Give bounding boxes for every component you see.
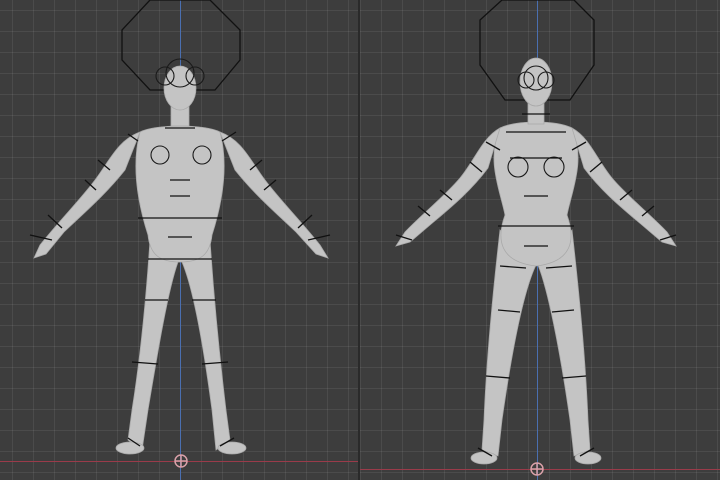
male-mesh-svg[interactable] — [0, 0, 358, 480]
viewport-left[interactable] — [0, 0, 358, 480]
female-mesh-svg[interactable] — [360, 0, 720, 480]
origin-marker-icon[interactable] — [530, 462, 544, 476]
male-mesh[interactable] — [33, 65, 329, 455]
origin-marker-icon[interactable] — [174, 454, 188, 468]
viewport-right[interactable] — [360, 0, 720, 480]
female-mesh[interactable] — [395, 57, 677, 465]
